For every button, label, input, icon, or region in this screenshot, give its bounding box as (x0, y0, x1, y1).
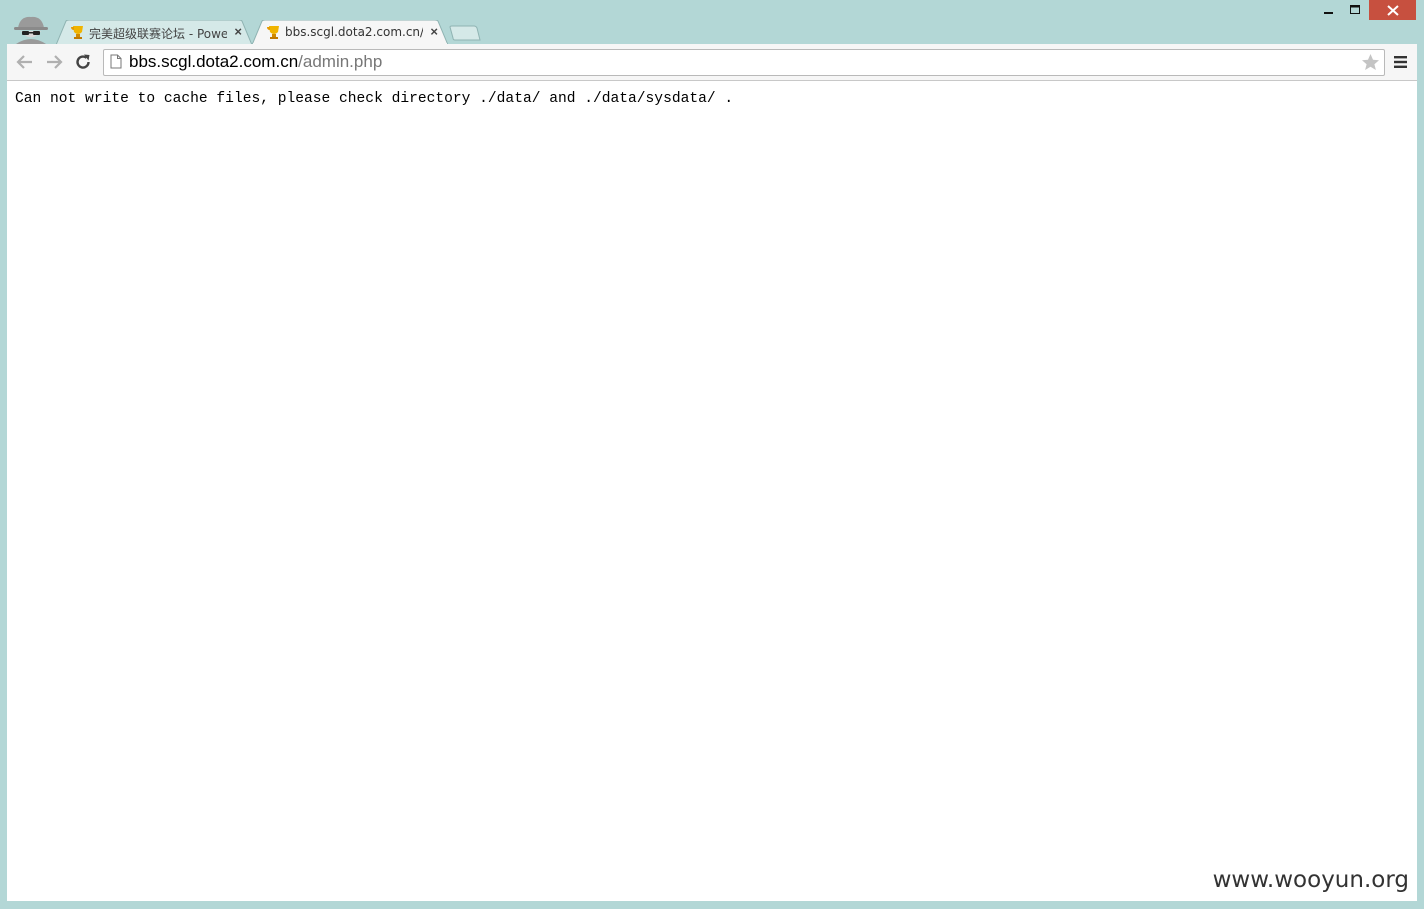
forward-arrow-icon (47, 55, 63, 69)
close-icon (1386, 4, 1399, 16)
page-content: Can not write to cache files, please che… (7, 81, 1417, 901)
url-path: /admin.php (298, 52, 383, 71)
tab-title: bbs.scgl.dota2.com.cn/a (285, 25, 423, 39)
toolbar: bbs.scgl.dota2.com.cn/admin.php (7, 44, 1417, 81)
page-icon (110, 54, 122, 69)
tab-forum[interactable]: 完美超级联赛论坛 - Powe × (56, 20, 252, 45)
tab-strip: 完美超级联赛论坛 - Powe × bbs.scgl.dota2.com.cn/… (56, 20, 556, 45)
back-arrow-icon (16, 55, 32, 69)
watermark: www.wooyun.org (1212, 867, 1409, 893)
trophy-favicon-icon (71, 26, 83, 39)
reload-icon (76, 54, 90, 69)
reload-button[interactable] (72, 51, 94, 73)
new-tab-button[interactable] (449, 25, 481, 41)
url-text[interactable]: bbs.scgl.dota2.com.cn/admin.php (129, 52, 382, 72)
url-host: bbs.scgl.dota2.com.cn (129, 52, 299, 71)
incognito-icon (12, 14, 50, 44)
hamburger-menu-icon (1394, 56, 1407, 59)
back-button[interactable] (14, 51, 36, 73)
browser-window: 完美超级联赛论坛 - Powe × bbs.scgl.dota2.com.cn/… (0, 0, 1424, 909)
tab-admin[interactable]: bbs.scgl.dota2.com.cn/a × (252, 20, 448, 45)
minimize-icon (1323, 12, 1333, 14)
tab-close-icon[interactable]: × (234, 24, 242, 39)
forward-button[interactable] (43, 51, 65, 73)
maximize-button[interactable] (1342, 0, 1369, 20)
minimize-button[interactable] (1315, 0, 1342, 20)
bookmark-star-icon[interactable] (1361, 53, 1380, 71)
trophy-favicon-icon (267, 26, 279, 39)
tab-close-icon[interactable]: × (430, 24, 438, 39)
close-window-button[interactable] (1369, 0, 1416, 20)
address-bar[interactable]: bbs.scgl.dota2.com.cn/admin.php (103, 49, 1385, 76)
menu-button[interactable] (1393, 54, 1409, 70)
tab-title: 完美超级联赛论坛 - Powe (89, 27, 227, 41)
maximize-icon (1350, 5, 1360, 14)
window-controls (1315, 0, 1416, 22)
error-message: Can not write to cache files, please che… (15, 91, 734, 107)
